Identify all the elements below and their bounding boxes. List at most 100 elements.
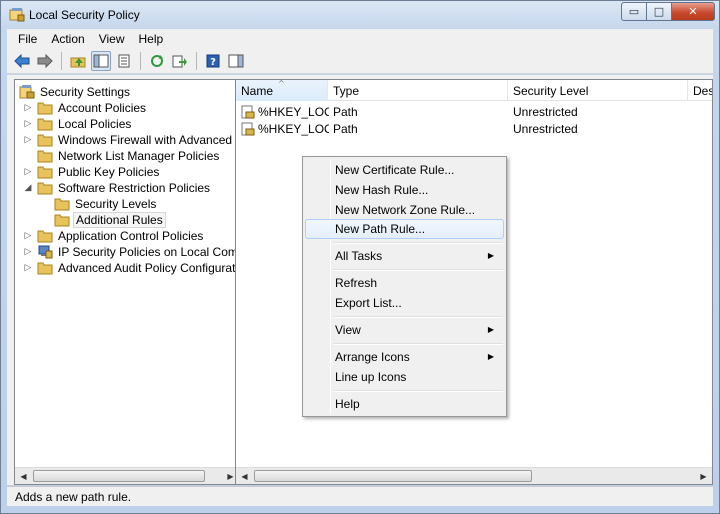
forward-button[interactable] — [35, 51, 55, 71]
tree-item-label: Local Policies — [58, 117, 132, 131]
scroll-right-arrow-icon[interactable]: ▶ — [696, 470, 711, 483]
show-hide-tree-icon — [93, 54, 109, 67]
cell-name: %HKEY_LOC... — [241, 120, 329, 137]
status-bar: Adds a new path rule. — [7, 486, 713, 506]
column-header-security-level[interactable]: Security Level — [508, 80, 688, 101]
tree-item-label: Security Settings — [40, 85, 131, 99]
close-button[interactable]: ✕ — [672, 2, 715, 21]
column-header-description[interactable]: Des — [688, 80, 713, 101]
svg-text:?: ? — [210, 57, 216, 68]
menu-file[interactable]: File — [11, 32, 44, 46]
expand-chevron-icon — [40, 199, 50, 209]
show-hide-console-tree-button[interactable] — [91, 50, 111, 71]
list-row[interactable]: %HKEY_LOC... Path Unrestricted — [236, 120, 712, 137]
collapse-chevron-icon[interactable]: ◢ — [23, 183, 33, 193]
menu-item-line-up-icons[interactable]: Line up Icons — [305, 367, 504, 387]
tree-item-windows-firewall[interactable]: ▷ Windows Firewall with Advanced Secu — [23, 132, 239, 148]
title-bar[interactable]: Local Security Policy ▭ □ ✕ — [1, 1, 719, 29]
toolbar-separator — [140, 51, 141, 70]
menu-item-new-hash-rule[interactable]: New Hash Rule... — [305, 180, 504, 200]
menu-item-help[interactable]: Help — [305, 394, 504, 414]
expand-chevron-icon[interactable]: ▷ — [23, 103, 33, 113]
toolbar-separator — [196, 51, 197, 70]
expand-chevron-icon[interactable]: ▷ — [23, 247, 33, 257]
tree-item-label: Software Restriction Policies — [58, 181, 211, 195]
main-window: Local Security Policy ▭ □ ✕ File Action … — [0, 0, 720, 514]
menu-item-new-path-rule[interactable]: New Path Rule... — [305, 219, 504, 239]
column-header-name[interactable]: Name ^ — [236, 80, 328, 101]
menu-item-label: Line up Icons — [335, 370, 407, 384]
tree-item-label: IP Security Policies on Local Compute — [58, 245, 239, 259]
list-row[interactable]: %HKEY_LOC... Path Unrestricted — [236, 103, 712, 120]
expand-chevron-icon[interactable]: ▷ — [23, 167, 33, 177]
tree-item-advanced-audit-policy[interactable]: ▷ Advanced Audit Policy Configuration — [23, 260, 239, 276]
menu-view[interactable]: View — [92, 32, 132, 46]
up-one-level-button[interactable] — [68, 51, 88, 71]
submenu-arrow-icon: ▶ — [487, 352, 494, 361]
tree-item-label: Public Key Policies — [58, 165, 160, 179]
folder-icon — [37, 262, 53, 275]
menu-item-new-certificate-rule[interactable]: New Certificate Rule... — [305, 160, 504, 180]
expand-chevron-icon[interactable]: ▷ — [23, 119, 33, 129]
menu-help[interactable]: Help — [132, 32, 171, 46]
scroll-left-arrow-icon[interactable]: ◀ — [237, 470, 252, 483]
menu-item-new-network-zone-rule[interactable]: New Network Zone Rule... — [305, 200, 504, 220]
tree-item-security-levels[interactable]: Security Levels — [40, 196, 158, 212]
help-icon: ? — [206, 54, 220, 68]
expand-chevron-icon[interactable]: ▷ — [23, 135, 33, 145]
refresh-button[interactable] — [147, 51, 167, 71]
tree-item-additional-rules[interactable]: Additional Rules — [40, 212, 166, 228]
list-horizontal-scrollbar[interactable]: ◀ ▶ — [236, 467, 712, 484]
minimize-button[interactable]: ▭ — [621, 2, 647, 21]
menu-item-all-tasks[interactable]: All Tasks ▶ — [305, 246, 504, 266]
tree-item-network-list-manager[interactable]: Network List Manager Policies — [23, 148, 221, 164]
cell-security-level: Unrestricted — [513, 104, 578, 119]
tree-item-public-key-policies[interactable]: ▷ Public Key Policies — [23, 164, 161, 180]
up-folder-icon — [70, 57, 86, 67]
export-list-button[interactable] — [170, 51, 190, 71]
tree-item-account-policies[interactable]: ▷ Account Policies — [23, 100, 148, 116]
toolbar: ? — [7, 48, 713, 74]
column-header-type[interactable]: Type — [328, 80, 508, 101]
show-hide-action-pane-button[interactable] — [226, 51, 246, 71]
expand-chevron-icon[interactable]: ▷ — [23, 231, 33, 241]
scroll-thumb[interactable] — [254, 470, 532, 482]
submenu-arrow-icon: ▶ — [487, 325, 494, 334]
cell-type: Path — [333, 121, 358, 136]
security-settings-icon — [19, 85, 35, 99]
folder-icon — [54, 198, 70, 211]
scroll-left-arrow-icon[interactable]: ◀ — [16, 470, 31, 483]
scroll-thumb[interactable] — [33, 470, 205, 482]
back-button[interactable] — [12, 51, 32, 71]
expand-chevron-icon[interactable]: ▷ — [23, 263, 33, 273]
submenu-arrow-icon: ▶ — [487, 251, 494, 260]
menu-item-view[interactable]: View ▶ — [305, 320, 504, 340]
maximize-button[interactable]: □ — [647, 2, 672, 21]
menu-item-label: View — [335, 323, 361, 337]
tree-item-ip-security-policies[interactable]: ▷ IP Security Policies on Local Compute — [23, 244, 239, 260]
menu-item-arrange-icons[interactable]: Arrange Icons ▶ — [305, 347, 504, 367]
menu-item-export-list[interactable]: Export List... — [305, 293, 504, 313]
tree-item-local-policies[interactable]: ▷ Local Policies — [23, 116, 133, 132]
menu-item-label: All Tasks — [335, 249, 383, 263]
tree-item-label: Application Control Policies — [58, 229, 204, 243]
list-header: Name ^ Type Security Level Des — [236, 80, 713, 101]
folder-icon — [37, 118, 53, 131]
tree-item-application-control-policies[interactable]: ▷ Application Control Policies — [23, 228, 205, 244]
properties-button[interactable] — [114, 51, 134, 71]
tree-item-software-restriction-policies[interactable]: ◢ Software Restriction Policies — [23, 180, 212, 196]
cell-type: Path — [333, 104, 358, 119]
menu-action[interactable]: Action — [44, 32, 91, 46]
tree-item-security-settings[interactable]: Security Settings — [19, 84, 132, 100]
cell-name: %HKEY_LOC... — [241, 103, 329, 120]
folder-open-icon — [37, 182, 53, 195]
menu-bar: File Action View Help — [7, 29, 713, 48]
tree-item-label-selected: Additional Rules — [73, 212, 166, 228]
properties-icon — [118, 54, 130, 67]
status-text: Adds a new path rule. — [15, 490, 132, 504]
help-button[interactable]: ? — [203, 51, 223, 71]
folder-icon — [54, 214, 70, 227]
menu-item-refresh[interactable]: Refresh — [305, 273, 504, 293]
column-label: Des — [693, 83, 713, 98]
tree-horizontal-scrollbar[interactable]: ◀ ▶ — [15, 467, 239, 484]
